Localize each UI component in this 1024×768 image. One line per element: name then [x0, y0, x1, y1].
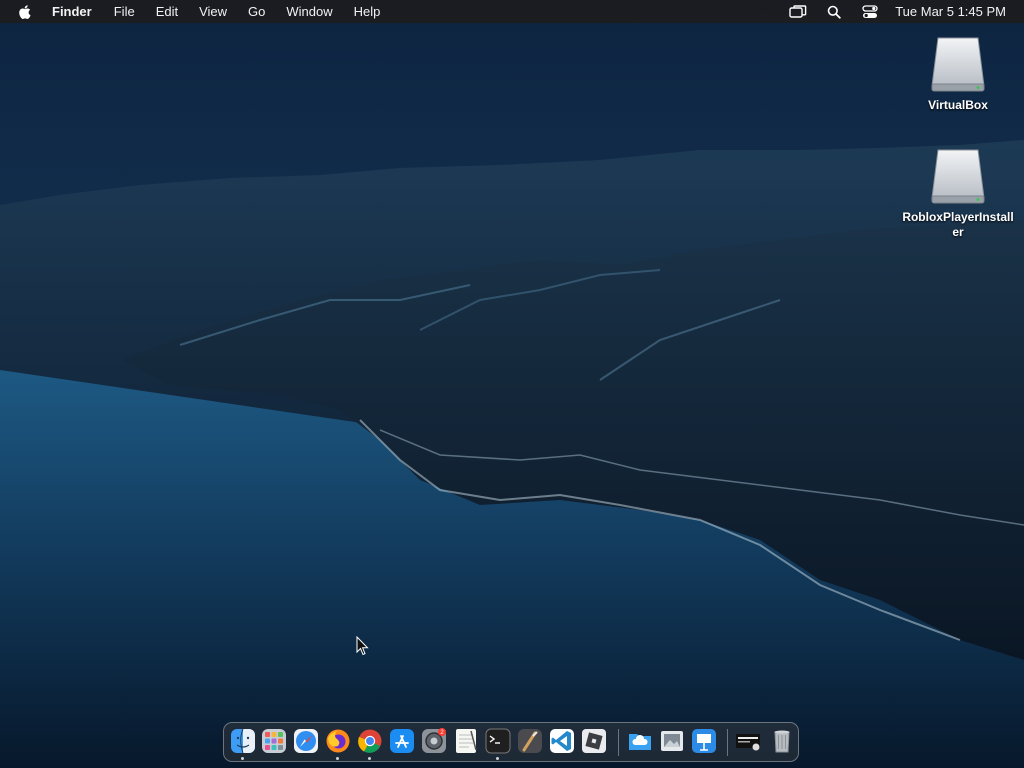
menu-window[interactable]: Window	[286, 0, 332, 23]
menu-app-finder[interactable]: Finder	[52, 0, 92, 23]
instruments-icon[interactable]	[517, 728, 543, 754]
desktop-icon-label: VirtualBox	[928, 98, 988, 112]
chrome-icon[interactable]	[357, 728, 383, 754]
screen-mirroring-icon[interactable]	[789, 4, 807, 20]
control-center-icon[interactable]	[861, 4, 879, 20]
terminal-icon[interactable]	[485, 728, 511, 754]
preview-icon[interactable]	[659, 728, 685, 754]
apple-menu-icon[interactable]	[18, 4, 34, 20]
finder-icon[interactable]	[230, 728, 256, 754]
menu-edit[interactable]: Edit	[156, 0, 178, 23]
desktop-icon-virtualbox[interactable]: VirtualBox	[903, 34, 1013, 113]
launchpad-icon[interactable]	[261, 728, 287, 754]
menu-bar-clock[interactable]: Tue Mar 5 1:45 PM	[895, 4, 1006, 19]
menu-file[interactable]: File	[114, 0, 135, 23]
desktop-icon-label: RobloxPlayerInstaller	[902, 210, 1014, 239]
app-store-icon[interactable]	[389, 728, 415, 754]
icloud-folder-icon[interactable]	[627, 728, 653, 754]
textedit-icon[interactable]	[453, 728, 479, 754]
keynote-icon[interactable]	[691, 728, 717, 754]
spotlight-search-icon[interactable]	[825, 4, 843, 20]
menu-help[interactable]: Help	[354, 0, 381, 23]
desktop-wallpaper	[0, 0, 1024, 768]
vscode-icon[interactable]	[549, 728, 575, 754]
menu-view[interactable]: View	[199, 0, 227, 23]
trash-icon[interactable]	[769, 728, 795, 754]
mouse-cursor-icon	[356, 636, 369, 656]
menu-go[interactable]: Go	[248, 0, 265, 23]
drive-icon	[931, 149, 985, 204]
dock: 2	[223, 722, 799, 762]
system-settings-icon[interactable]: 2	[421, 728, 447, 754]
firefox-icon[interactable]	[325, 728, 351, 754]
safari-icon[interactable]	[293, 728, 319, 754]
menu-bar: Finder File Edit View Go Window Help Tue…	[0, 0, 1024, 23]
roblox-icon[interactable]	[581, 728, 607, 754]
drive-icon	[931, 37, 985, 92]
desktop-icon-robloxplayerinstaller[interactable]: RobloxPlayerInstaller	[902, 146, 1014, 240]
screen-capture-icon[interactable]	[735, 728, 761, 754]
